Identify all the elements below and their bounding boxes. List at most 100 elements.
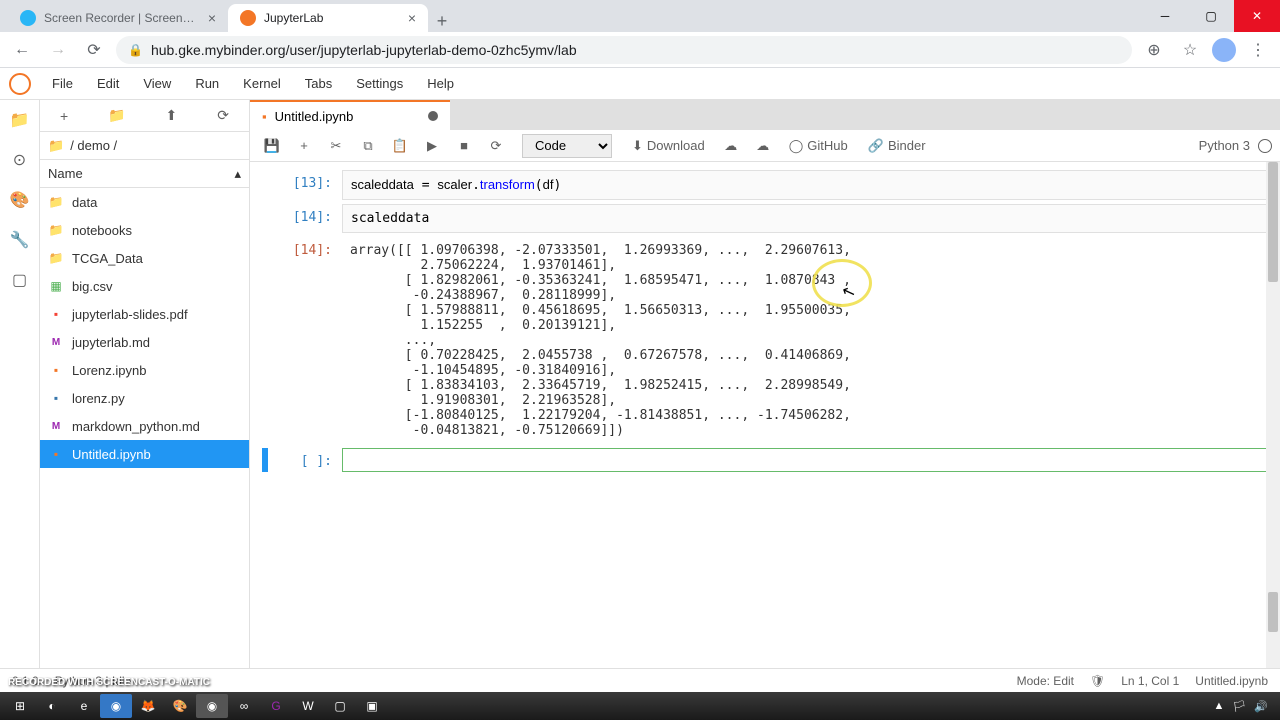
input-prompt: [14]: (262, 204, 342, 233)
taskbar-app[interactable]: 🎨 (164, 694, 196, 718)
avatar[interactable] (1212, 38, 1236, 62)
tray-icon[interactable]: 🏳 (1232, 700, 1246, 713)
active-code-cell[interactable]: [ ]: (262, 448, 1268, 472)
menu-view[interactable]: View (131, 68, 183, 99)
stop-button[interactable]: ■ (450, 132, 478, 160)
scrollbar-thumb[interactable] (1268, 162, 1278, 282)
jupyter-menubar: File Edit View Run Kernel Tabs Settings … (0, 68, 1280, 100)
menu-icon[interactable]: ⋮ (1244, 36, 1272, 64)
taskbar-chrome[interactable]: ◉ (196, 694, 228, 718)
close-button[interactable]: ✕ (1234, 0, 1280, 32)
trusted-icon[interactable]: 🛡 (1090, 674, 1105, 688)
status-cursor: Ln 1, Col 1 (1121, 674, 1179, 688)
notebook-tab[interactable]: Untitled.ipynb (250, 100, 450, 130)
menu-settings[interactable]: Settings (344, 68, 415, 99)
md-icon (48, 334, 64, 350)
tray-icon[interactable]: 🔊 (1254, 700, 1268, 713)
tabs-icon[interactable]: ▢ (8, 268, 32, 292)
maximize-button[interactable]: ▢ (1188, 0, 1234, 32)
menu-kernel[interactable]: Kernel (231, 68, 293, 99)
forward-button[interactable]: → (44, 36, 72, 64)
file-item[interactable]: Untitled.ipynb (40, 440, 249, 468)
file-item[interactable]: big.csv (40, 272, 249, 300)
download-link[interactable]: ⬇ Download (632, 138, 705, 154)
new-tab-button[interactable]: + (428, 11, 456, 32)
file-item[interactable]: lorenz.py (40, 384, 249, 412)
cell-input[interactable] (342, 448, 1268, 472)
refresh-button[interactable]: ⟳ (217, 107, 229, 124)
bookmark-icon[interactable]: ☆ (1176, 36, 1204, 64)
restart-button[interactable]: ⟳ (482, 132, 510, 160)
file-name: big.csv (72, 279, 112, 294)
file-item[interactable]: jupyterlab-slides.pdf (40, 300, 249, 328)
scrollbar-thumb[interactable] (1268, 592, 1278, 632)
taskbar-app[interactable]: ▢ (324, 694, 356, 718)
menu-edit[interactable]: Edit (85, 68, 131, 99)
save-button[interactable]: 💾 (258, 132, 286, 160)
file-item[interactable]: 📁data (40, 188, 249, 216)
taskbar-app[interactable]: ∞ (228, 694, 260, 718)
taskbar-app[interactable]: ◐ (36, 694, 68, 718)
menu-tabs[interactable]: Tabs (293, 68, 344, 99)
run-button[interactable]: ▶ (418, 132, 446, 160)
new-launcher-button[interactable]: + (60, 108, 68, 124)
taskbar-app[interactable]: 🦊 (132, 694, 164, 718)
back-button[interactable]: ← (8, 36, 36, 64)
browser-tab-screencast[interactable]: Screen Recorder | Screencast-O... × (8, 4, 228, 32)
copy-button[interactable]: ⧉ (354, 132, 382, 160)
taskbar-app[interactable]: ◉ (100, 694, 132, 718)
binder-link[interactable]: 🔗 Binder (868, 138, 926, 154)
file-item[interactable]: 📁notebooks (40, 216, 249, 244)
address-bar[interactable]: 🔒 hub.gke.mybinder.org/user/jupyterlab-j… (116, 36, 1132, 64)
file-browser-icon[interactable]: 📁 (8, 108, 32, 132)
cloud-upload-icon[interactable]: ☁ (749, 132, 777, 160)
cell-type-select[interactable]: Code (522, 134, 612, 158)
paste-button[interactable]: 📋 (386, 132, 414, 160)
running-icon[interactable]: ⊙ (8, 148, 32, 172)
menu-help[interactable]: Help (415, 68, 466, 99)
file-item[interactable]: Lorenz.ipynb (40, 356, 249, 384)
menu-run[interactable]: Run (183, 68, 231, 99)
cloud-download-icon[interactable]: ☁ (717, 132, 745, 160)
scrollbar[interactable] (1266, 162, 1280, 692)
code-cell[interactable]: [13]: scaleddata = scaler.transform(df) (262, 170, 1268, 200)
system-tray[interactable]: ▲ 🏳 🔊 (1213, 700, 1276, 713)
notebook-tab-bar: Untitled.ipynb (250, 100, 1280, 130)
close-icon[interactable]: × (208, 10, 216, 26)
status-mode: Mode: Edit (1017, 674, 1074, 688)
browser-tab-jupyterlab[interactable]: JupyterLab × (228, 4, 428, 32)
breadcrumb[interactable]: 📁 / demo / (40, 132, 249, 160)
notebook-content[interactable]: [13]: scaleddata = scaler.transform(df) … (250, 162, 1280, 692)
taskbar-app[interactable]: W (292, 694, 324, 718)
taskbar-app[interactable]: ▣ (356, 694, 388, 718)
file-item[interactable]: markdown_python.md (40, 412, 249, 440)
menu-file[interactable]: File (40, 68, 85, 99)
file-name: jupyterlab-slides.pdf (72, 307, 188, 322)
file-item[interactable]: 📁TCGA_Data (40, 244, 249, 272)
file-item[interactable]: jupyterlab.md (40, 328, 249, 356)
commands-icon[interactable]: 🎨 (8, 188, 32, 212)
upload-button[interactable]: ⬆ (166, 107, 178, 124)
github-link[interactable]: ◯ GitHub (789, 138, 848, 154)
cut-button[interactable]: ✂ (322, 132, 350, 160)
close-icon[interactable]: × (408, 10, 416, 26)
tray-icon[interactable]: ▲ (1213, 700, 1224, 712)
zoom-icon[interactable]: ⊕ (1140, 36, 1168, 64)
taskbar-app[interactable]: e (68, 694, 100, 718)
notebook-icon (262, 109, 267, 124)
folder-icon: 📁 (48, 194, 64, 210)
kernel-status[interactable]: Python 3 (1199, 138, 1272, 153)
new-folder-button[interactable]: 📁 (108, 107, 125, 124)
cell-input: scaleddata = scaler.transform(df) (342, 170, 1268, 200)
file-browser-header[interactable]: Name ▴ (40, 160, 249, 188)
reload-button[interactable]: ⟳ (80, 36, 108, 64)
code-cell[interactable]: [14]: scaleddata (262, 204, 1268, 233)
sort-icon: ▴ (234, 166, 241, 182)
csv-icon (48, 278, 64, 294)
start-button[interactable]: ⊞ (4, 694, 36, 718)
taskbar-app[interactable]: G (260, 694, 292, 718)
insert-cell-button[interactable]: + (290, 132, 318, 160)
jupyter-logo[interactable] (0, 68, 40, 100)
settings-icon[interactable]: 🔧 (8, 228, 32, 252)
minimize-button[interactable]: ─ (1142, 0, 1188, 32)
